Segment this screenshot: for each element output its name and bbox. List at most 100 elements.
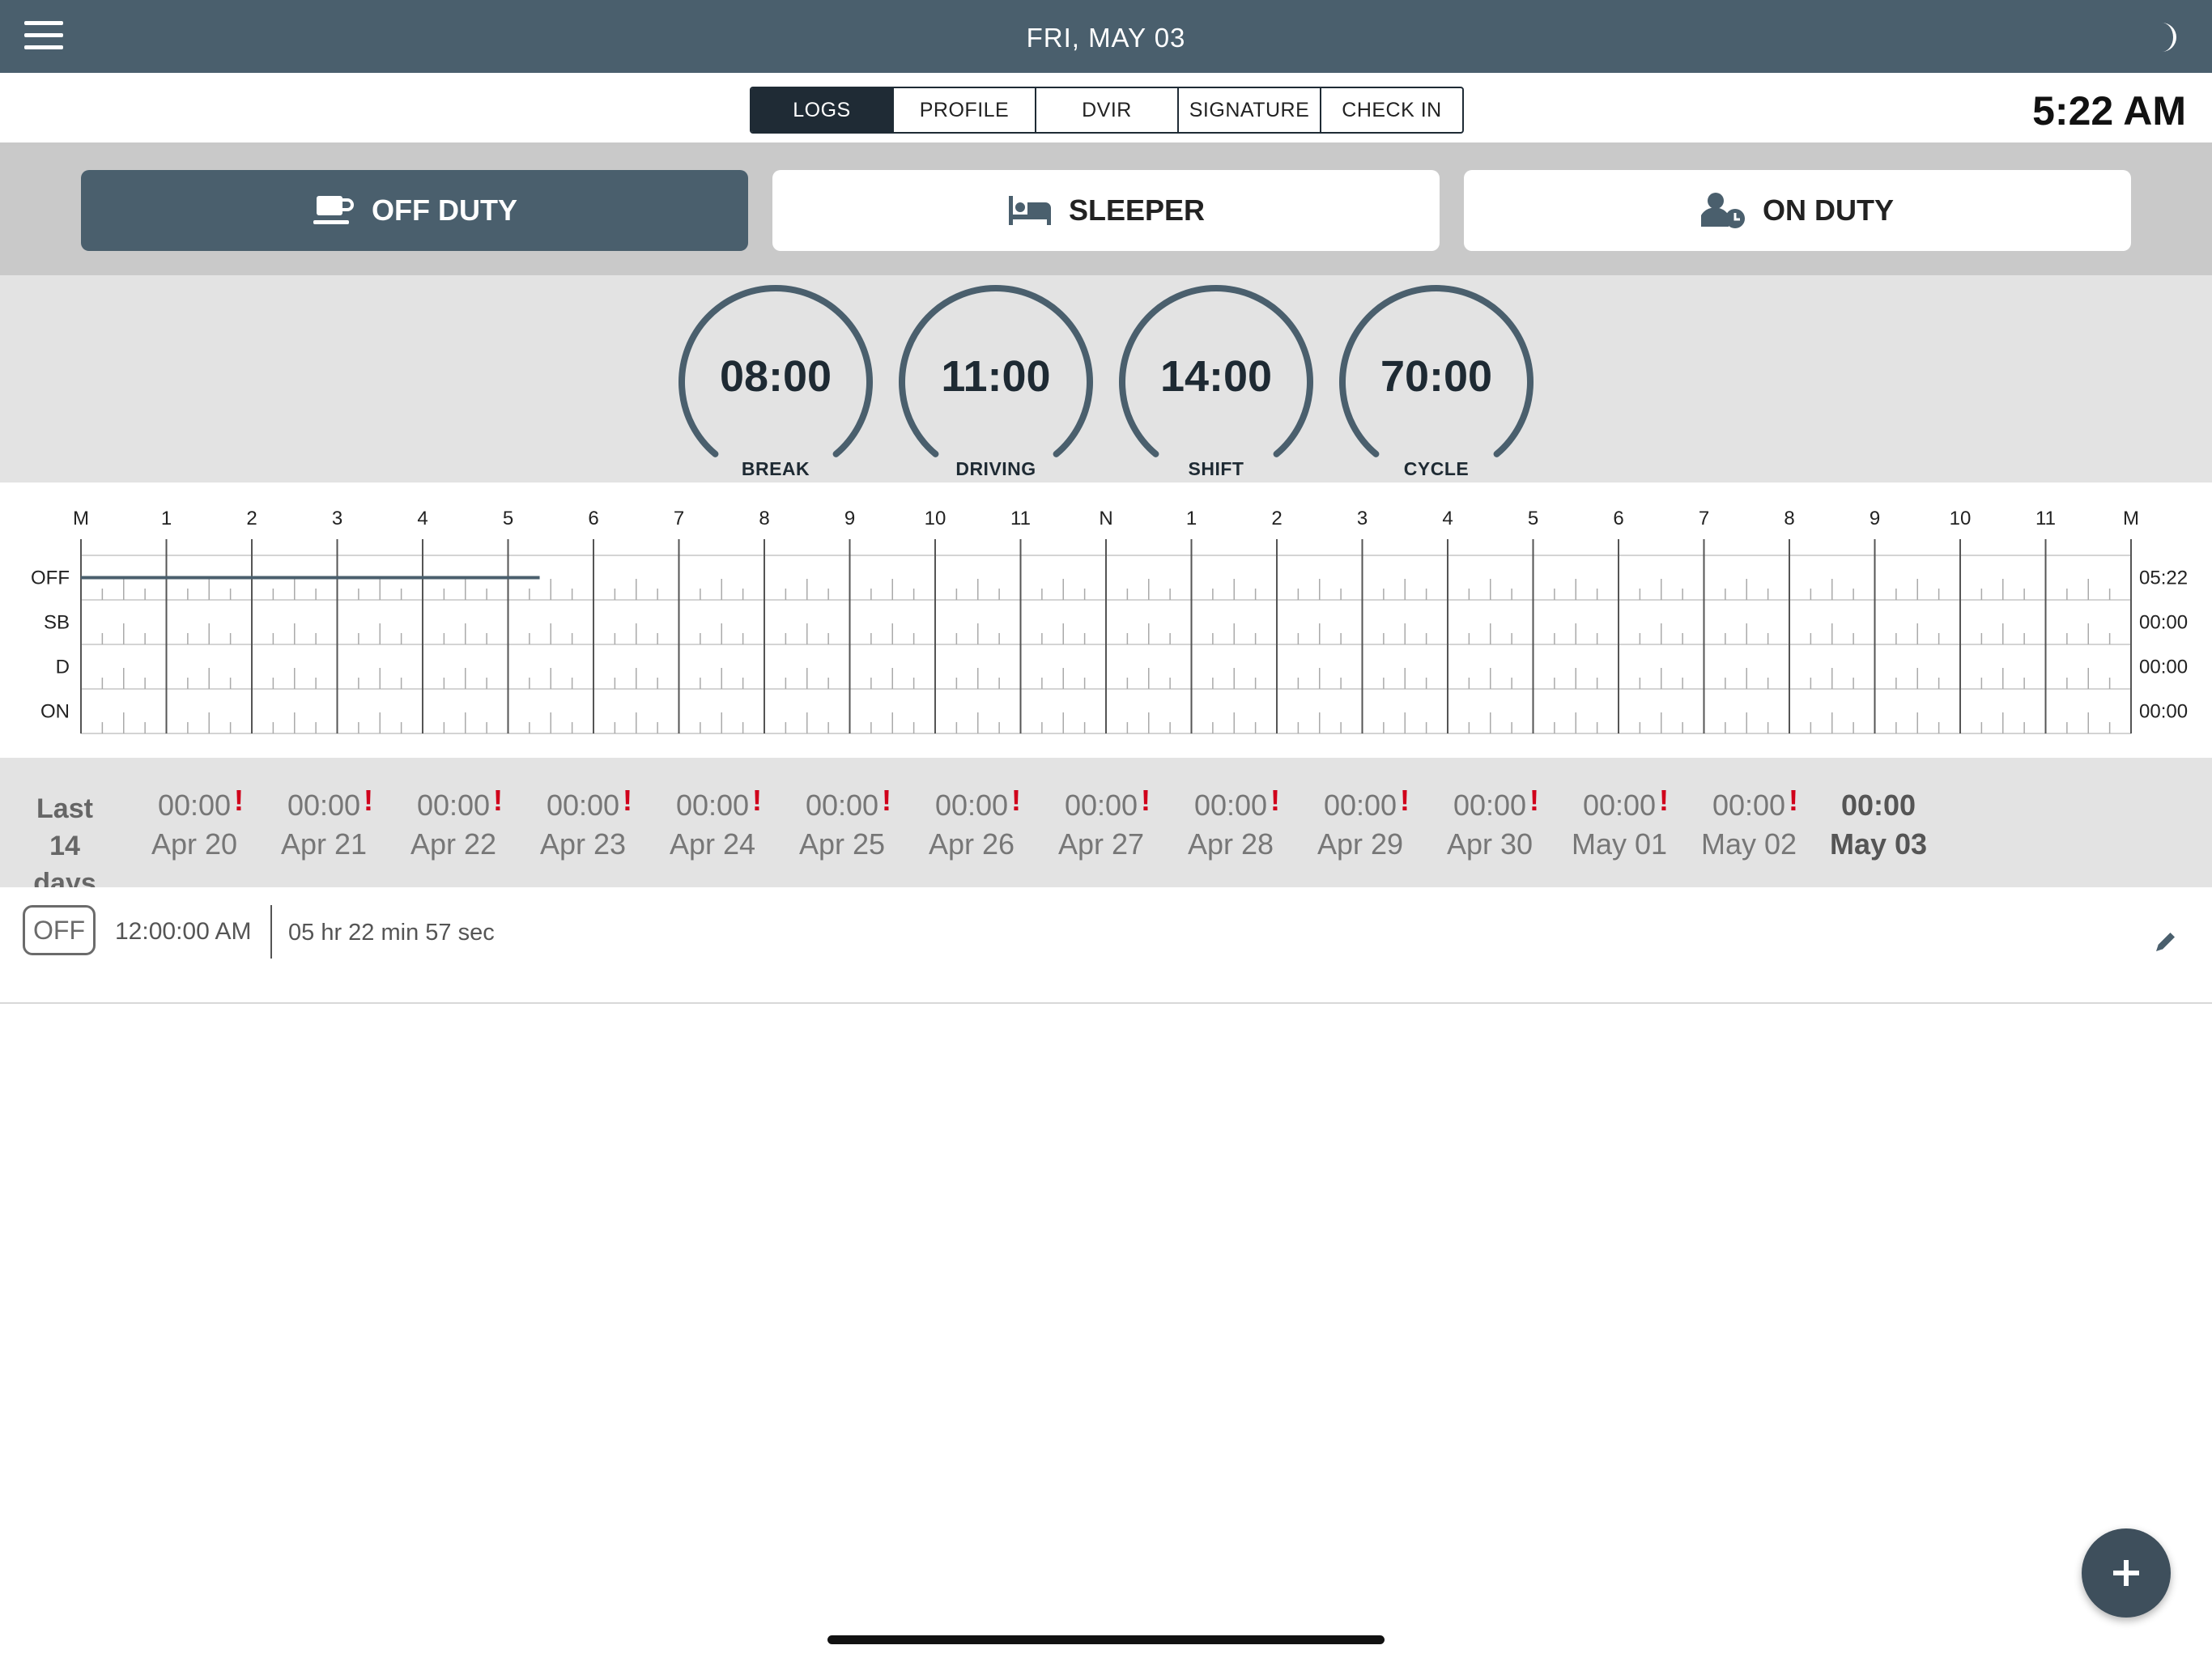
history-day-time: 00:00 [157,789,232,822]
on-duty-label: ON DUTY [1763,193,1894,227]
row-total: 00:00 [2139,701,2188,723]
warning-icon: ! [234,784,245,817]
history-day[interactable]: 00:00! Apr 21 [263,784,385,863]
history-day-hours: 00:00! [547,784,632,826]
tab-signature[interactable]: SIGNATURE [1177,88,1320,132]
log-graph: M 1 2 3 4 5 6 7 8 9 10 11 N 1 2 3 4 5 6 7 8 9 10 11 M OFF 05:22 SB 0… [0,483,2212,758]
history-day-date: Apr 29 [1317,827,1404,861]
divider [270,905,272,959]
gauge-value: 14:00 [1159,352,1273,401]
hour-label: 2 [246,508,257,529]
add-log-button[interactable] [2082,1528,2171,1618]
tab-check-in[interactable]: CHECK IN [1320,88,1462,132]
history-day[interactable]: 00:00 May 03 [1818,785,1939,863]
history-day-hours: 00:00! [935,784,1021,826]
history-day[interactable]: 00:00! Apr 20 [134,784,255,863]
warning-icon: ! [882,784,892,817]
history-day[interactable]: 00:00! Apr 26 [911,784,1032,863]
tab-profile[interactable]: PROFILE [892,88,1035,132]
app-header: FRI, MAY 03 [0,0,2212,73]
history-day-date: May 02 [1700,827,1797,861]
hour-label: 2 [1271,508,1282,529]
history-day[interactable]: 00:00! Apr 30 [1429,784,1551,863]
tab-bar: LOGS PROFILE DVIR SIGNATURE CHECK IN 5:2… [0,73,2212,146]
coffee-cup-icon [313,196,354,224]
history-day-date: Apr 30 [1446,827,1534,861]
tab-logs[interactable]: LOGS [751,88,892,132]
warning-icon: ! [493,784,504,817]
entry-start-time: 12:00:00 AM [115,918,252,945]
history-day-date: Apr 25 [798,827,886,861]
on-duty-button[interactable]: ON DUTY [1464,170,2131,251]
hour-label: 6 [1613,508,1623,529]
gauge-cycle: 70:00 CYCLE [1338,283,1535,481]
history-day-date: Apr 21 [280,827,368,861]
history-label: Last 14 days [16,790,113,902]
history-label-line1: Last [36,793,93,824]
history-day-date: Apr 20 [151,827,238,861]
tab-group: LOGS PROFILE DVIR SIGNATURE CHECK IN [750,87,1464,134]
hour-label: 4 [417,508,428,529]
hour-label: 6 [588,508,598,529]
status-badge: OFF [23,905,96,955]
row-total: 05:22 [2139,568,2188,589]
history-day[interactable]: 00:00! Apr 29 [1300,784,1421,863]
sleeper-button[interactable]: SLEEPER [772,170,1440,251]
off-duty-button[interactable]: OFF DUTY [81,170,748,251]
entry-duration: 05 hr 22 min 57 sec [288,920,495,946]
history-day-hours: 00:00 [1841,785,1916,826]
history-day-hours: 00:00! [287,784,373,826]
history-day-hours: 00:00! [675,784,762,826]
history-day-time: 00:00 [1582,789,1657,822]
history-day[interactable]: 00:00! Apr 23 [522,784,644,863]
gauge-driving: 11:00 DRIVING [897,283,1095,481]
history-day[interactable]: 00:00! Apr 24 [652,784,773,863]
warning-icon: ! [364,784,374,817]
warning-icon: ! [752,784,763,817]
history-day-hours: 00:00! [157,784,244,826]
hour-label: 9 [1870,508,1880,529]
hour-label: 5 [1528,508,1538,529]
hour-label: 10 [1950,508,1972,529]
plus-icon [2113,1560,2139,1586]
gauge-label: CYCLE [1403,458,1470,479]
history-day-date: Apr 28 [1187,827,1274,861]
tab-dvir[interactable]: DVIR [1035,88,1177,132]
history-day-hours: 00:00! [1324,784,1410,826]
hour-label: 11 [2035,508,2056,529]
pencil-icon[interactable] [2154,929,2178,958]
log-entry-row[interactable]: OFF 12:00:00 AM 05 hr 22 min 57 sec [0,887,2212,1004]
gauge-label: BREAK [741,458,810,479]
history-day-time: 00:00 [1193,789,1268,822]
history-day[interactable]: 00:00! Apr 28 [1170,784,1291,863]
bed-icon [1008,196,1051,225]
history-day[interactable]: 00:00! May 01 [1559,784,1680,863]
history-day[interactable]: 00:00! Apr 27 [1040,784,1162,863]
history-day-time: 00:00 [287,789,361,822]
row-label: OFF [31,568,70,589]
gauge-label: SHIFT [1188,458,1244,479]
gauge-label: DRIVING [955,458,1036,479]
hour-label: 10 [925,508,946,529]
history-day[interactable]: 00:00! May 02 [1688,784,1810,863]
moon-icon[interactable] [2154,21,2181,57]
history-day-date: Apr 23 [539,827,627,861]
history-day-date: Apr 22 [410,827,497,861]
hour-label: 11 [1010,508,1031,529]
history-day-time: 00:00 [1712,789,1786,822]
gauge-value: 70:00 [1380,352,1493,401]
gauge-break: 08:00 BREAK [677,283,874,481]
hour-label: 9 [844,508,855,529]
history-day-time: 00:00 [416,789,491,822]
history-day[interactable]: 00:00! Apr 22 [393,784,514,863]
history-day-time: 00:00 [805,789,879,822]
row-label: D [56,657,70,678]
hour-label: 3 [332,508,342,529]
warning-icon: ! [1659,784,1670,817]
gauge-value: 11:00 [941,352,1051,401]
history-day-time: 00:00 [675,789,750,822]
history-day-date: May 01 [1571,827,1668,861]
history-day[interactable]: 00:00! Apr 25 [781,784,903,863]
hour-label: 3 [1357,508,1368,529]
row-label: ON [40,701,70,723]
